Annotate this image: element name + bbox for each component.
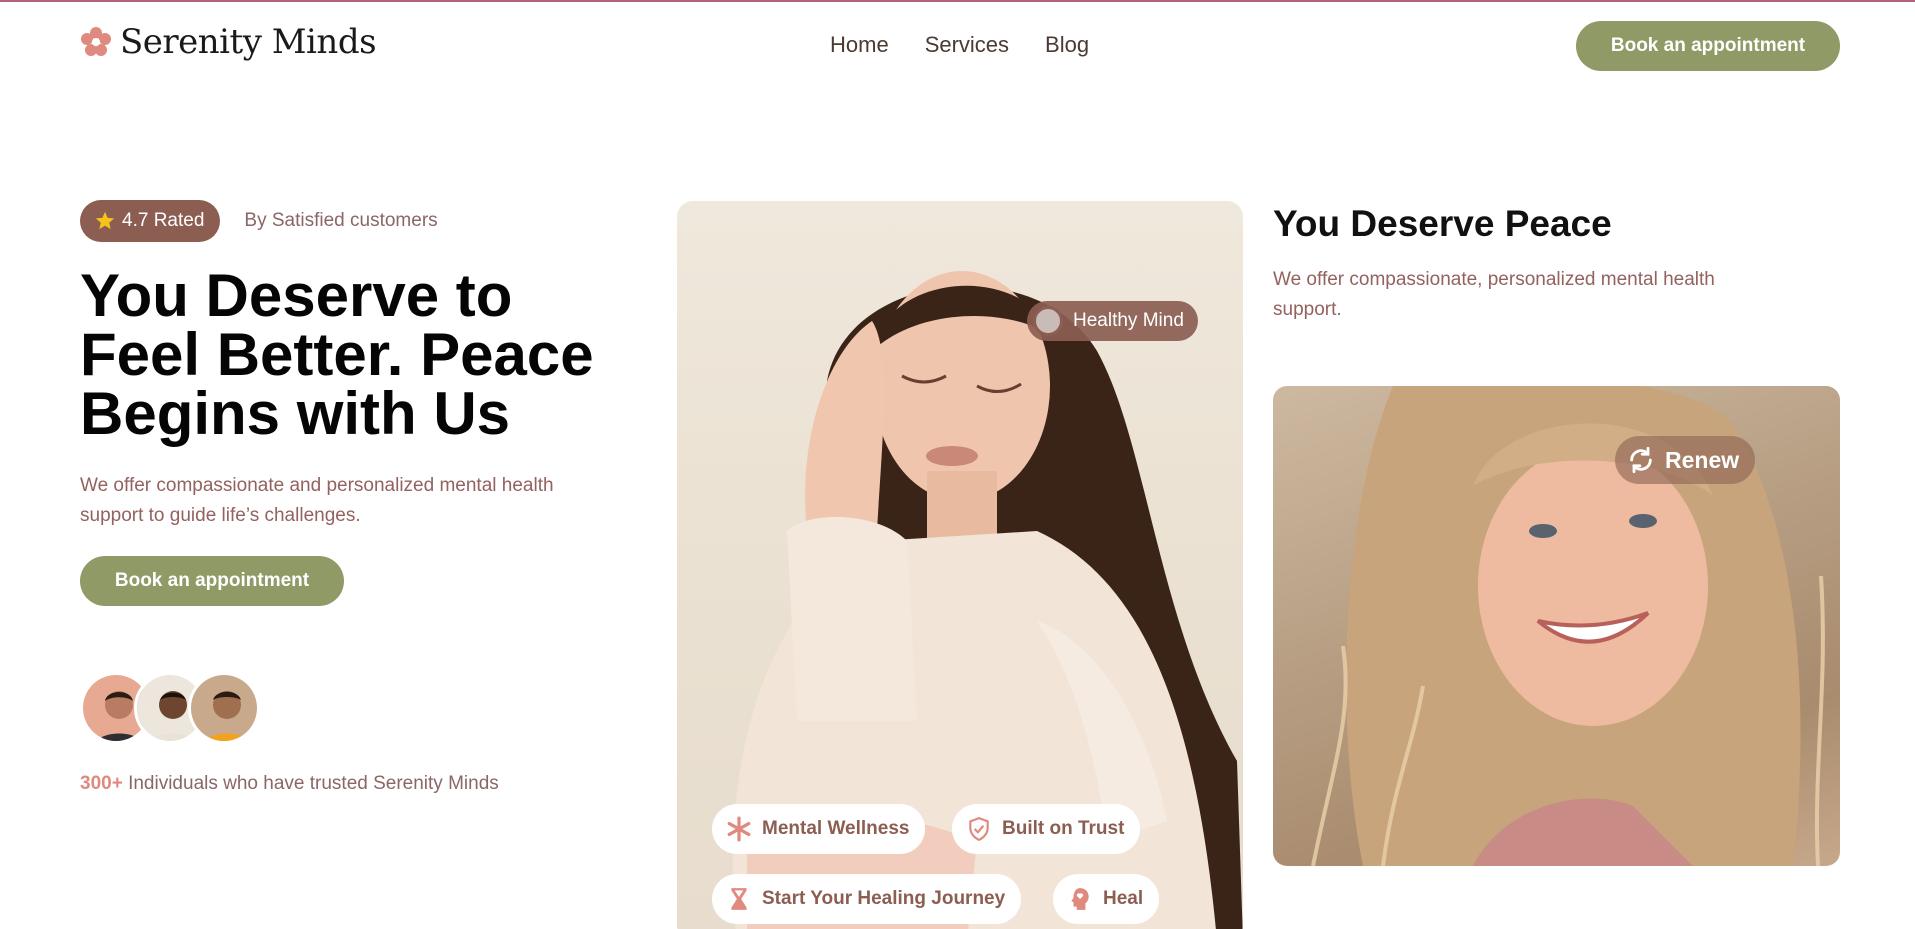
girl-image-card: Renew: [1273, 386, 1840, 866]
section-title: You Deserve Peace: [1273, 203, 1612, 244]
customer-avatars: [80, 672, 260, 744]
chip-label: Mental Wellness: [762, 818, 910, 839]
chip-label: Start Your Healing Journey: [762, 888, 1006, 909]
rating-subtext: By Satisfied customers: [244, 210, 438, 231]
shield-check-icon: [969, 817, 989, 842]
chip-built-on-trust[interactable]: Built on Trust: [952, 804, 1141, 854]
hero-image-card: Healthy Mind Mental Wellness Built on Tr…: [677, 201, 1243, 929]
hero-description: We offer compassionate and personalized …: [80, 475, 554, 526]
chip-label: Heal: [1103, 888, 1144, 909]
chip-mental-wellness[interactable]: Mental Wellness: [712, 804, 926, 854]
head-heart-icon: [1071, 888, 1089, 910]
avatar: [188, 672, 260, 744]
hourglass-icon: [731, 888, 747, 910]
asterisk-icon: [727, 816, 751, 842]
chip-label: Built on Trust: [1002, 818, 1125, 839]
hero-title: You Deserve to Feel Better. Peace Begins…: [80, 262, 594, 447]
healthy-mind-label: Healthy Mind: [1073, 310, 1184, 331]
star-icon: [95, 211, 115, 230]
indicator-dot-icon: [1033, 306, 1063, 336]
chip-start-healing-journey[interactable]: Start Your Healing Journey: [712, 874, 1022, 924]
refresh-icon: [1630, 446, 1652, 474]
nav-services[interactable]: Services: [925, 32, 1009, 58]
nav-home[interactable]: Home: [830, 32, 889, 58]
trust-label: Individuals who have trusted Serenity Mi…: [122, 773, 499, 794]
chip-heal[interactable]: Heal: [1053, 874, 1160, 924]
healthy-mind-badge: Healthy Mind: [1027, 301, 1198, 341]
renew-label: Renew: [1665, 446, 1740, 473]
trust-text: 300+ Individuals who have trusted Sereni…: [80, 773, 499, 795]
logo[interactable]: Serenity Minds: [80, 22, 377, 62]
rating-badge: 4.7 Rated: [80, 200, 221, 242]
main-nav: Home Services Blog: [830, 32, 1089, 58]
trust-count: 300+: [80, 773, 123, 794]
nav-blog[interactable]: Blog: [1045, 32, 1089, 58]
brand-name: Serenity Minds: [120, 22, 377, 62]
section-description: We offer compassionate, personalized men…: [1273, 269, 1715, 320]
header-book-appointment-button[interactable]: Book an appointment: [1576, 21, 1840, 71]
renew-badge: Renew: [1615, 436, 1756, 484]
flower-icon: [81, 27, 111, 56]
rating-value: 4.7 Rated: [122, 210, 205, 231]
rating-row: 4.7 Rated By Satisfied customers: [80, 200, 438, 242]
hero-book-appointment-button[interactable]: Book an appointment: [80, 556, 344, 606]
top-accent-line: [0, 0, 1915, 2]
